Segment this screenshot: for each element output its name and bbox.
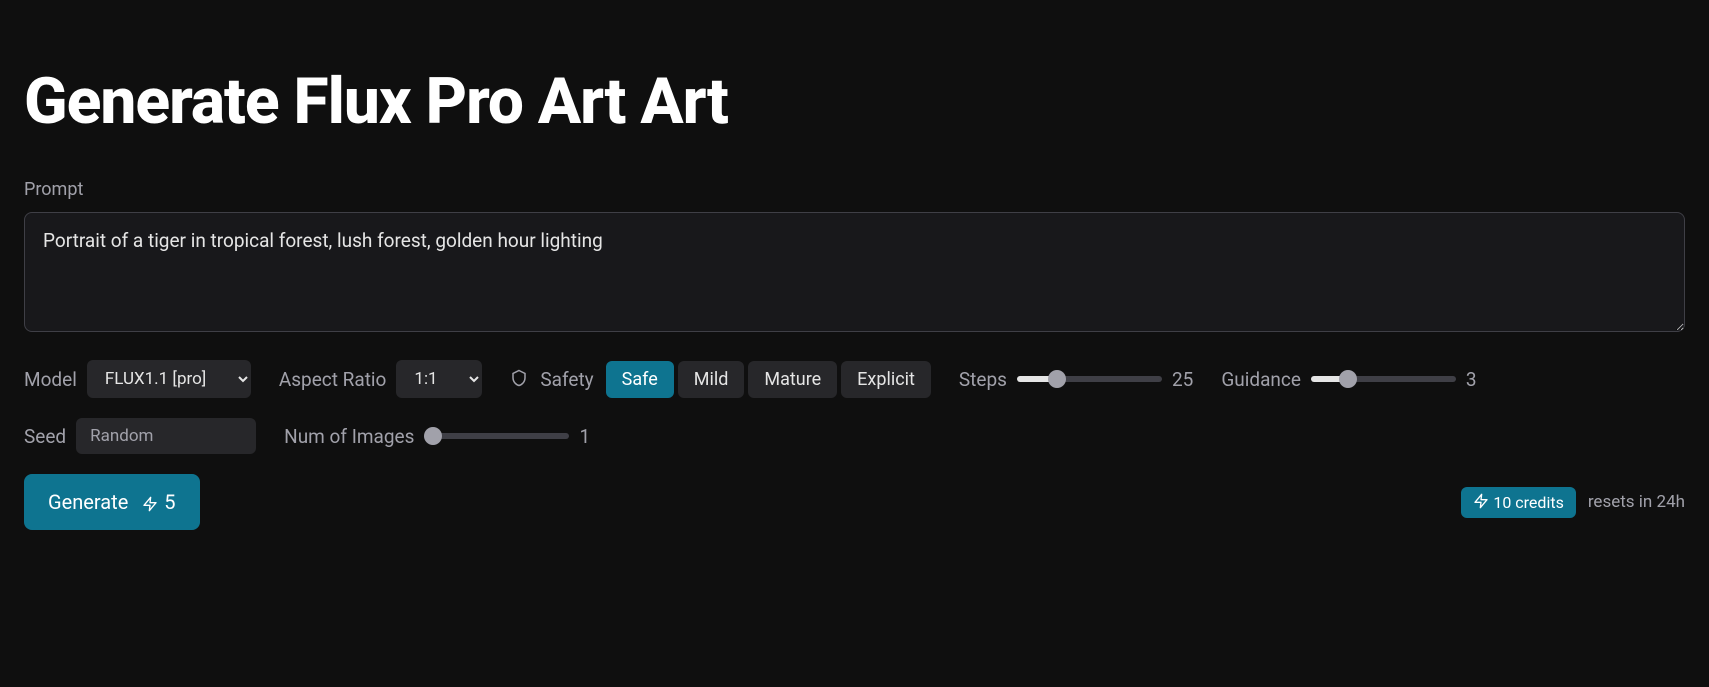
guidance-control: Guidance 3	[1221, 368, 1486, 391]
model-label: Model	[24, 368, 77, 391]
steps-slider[interactable]	[1017, 376, 1162, 382]
bolt-icon	[1473, 493, 1489, 511]
seed-control: Seed	[24, 418, 256, 454]
num-images-label: Num of Images	[284, 425, 414, 448]
safety-option-explicit[interactable]: Explicit	[841, 361, 931, 398]
seed-label: Seed	[24, 425, 66, 448]
num-images-slider[interactable]	[424, 433, 569, 439]
aspect-ratio-select[interactable]: 1:1	[396, 360, 482, 398]
generate-button[interactable]: Generate 5	[24, 474, 200, 530]
generate-label: Generate	[48, 490, 128, 514]
aspect-ratio-label: Aspect Ratio	[279, 368, 387, 391]
safety-control: Safety Safe Mild Mature Explicit	[510, 361, 931, 398]
safety-option-safe[interactable]: Safe	[606, 361, 674, 398]
credits-resets: resets in 24h	[1588, 492, 1685, 512]
model-select[interactable]: FLUX1.1 [pro]	[87, 360, 251, 398]
guidance-slider[interactable]	[1311, 376, 1456, 382]
prompt-input[interactable]	[24, 212, 1685, 332]
steps-label: Steps	[959, 368, 1007, 391]
steps-value: 25	[1172, 368, 1193, 391]
bolt-icon	[142, 493, 158, 511]
shield-icon	[510, 369, 528, 389]
credits-badge-text: 10 credits	[1493, 493, 1564, 512]
aspect-ratio-control: Aspect Ratio 1:1	[279, 360, 483, 398]
guidance-value: 3	[1466, 368, 1486, 391]
steps-control: Steps 25	[959, 368, 1193, 391]
safety-label: Safety	[540, 368, 593, 391]
credits-badge[interactable]: 10 credits	[1461, 487, 1576, 518]
safety-option-mild[interactable]: Mild	[678, 361, 745, 398]
model-control: Model FLUX1.1 [pro]	[24, 360, 251, 398]
num-images-control: Num of Images 1	[284, 425, 599, 448]
safety-option-mature[interactable]: Mature	[748, 361, 837, 398]
page-title: Generate Flux Pro Art Art	[24, 64, 1685, 139]
prompt-label: Prompt	[24, 179, 1685, 200]
seed-input[interactable]	[76, 418, 256, 454]
credits-area: 10 credits resets in 24h	[1461, 487, 1685, 518]
guidance-label: Guidance	[1221, 368, 1301, 391]
generate-cost: 5	[164, 490, 175, 514]
num-images-value: 1	[579, 425, 599, 448]
